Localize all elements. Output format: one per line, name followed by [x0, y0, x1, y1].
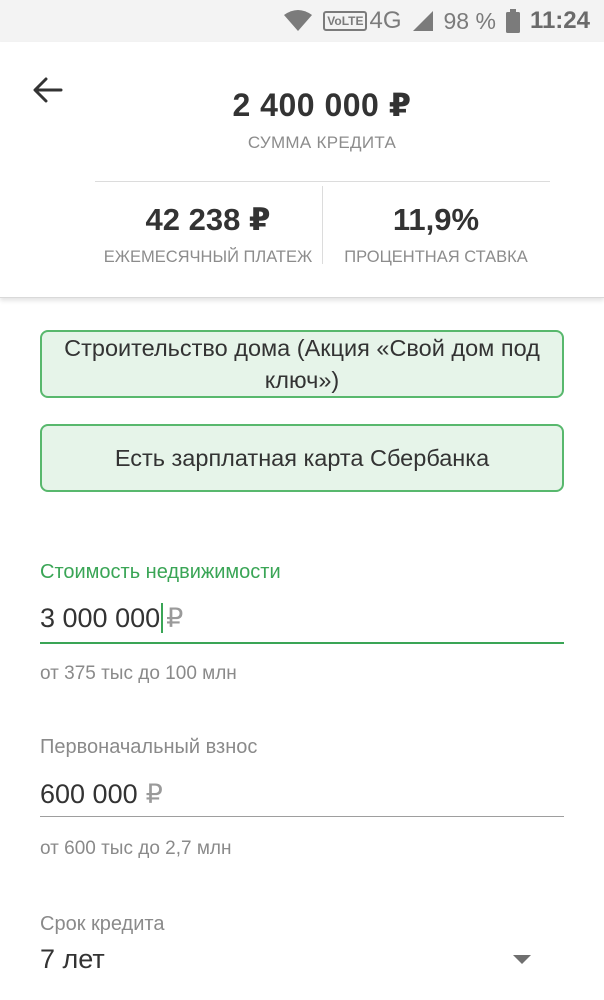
clock: 11:24 — [529, 7, 590, 34]
down-payment-underline — [40, 816, 564, 817]
down-payment-hint: от 600 тыс до 2,7 млн — [40, 838, 232, 859]
down-payment-label: Первоначальный взнос — [40, 736, 258, 758]
property-cost-input[interactable]: 3 000 000 ₽ — [40, 596, 564, 640]
down-payment-input[interactable]: 600 000 ₽ — [40, 772, 564, 816]
loan-term-select[interactable]: 7 лет — [40, 944, 105, 975]
property-cost-underline — [40, 642, 564, 644]
network-type: 4G — [369, 7, 402, 34]
option-chip-salary-card[interactable]: Есть зарплатная карта Сбербанка — [40, 424, 564, 492]
option-chip-house-construction[interactable]: Строительство дома (Акция «Свой дом под … — [40, 330, 564, 398]
interest-rate: 11,9% — [392, 202, 480, 237]
property-cost-hint: от 375 тыс до 100 млн — [40, 663, 237, 684]
property-cost-label: Стоимость недвижимости — [40, 561, 281, 583]
property-cost-value: 3 000 000 — [40, 602, 161, 633]
interest-rate-label: ПРОЦЕНТНАЯ СТАВКА — [344, 248, 528, 266]
network-indicator: VoLTE 4G — [323, 7, 402, 35]
monthly-payment: 42 238 ₽ — [145, 202, 271, 237]
dropdown-arrow-icon[interactable] — [513, 955, 531, 964]
wifi-icon — [283, 10, 313, 32]
down-payment-currency: ₽ — [145, 778, 163, 809]
volte-badge: VoLTE — [323, 11, 368, 31]
status-bar: VoLTE 4G 98 % 11:24 — [0, 0, 604, 42]
loan-amount-label: СУММА КРЕДИТА — [247, 133, 397, 152]
down-payment-value: 600 000 — [40, 778, 138, 809]
loan-summary-card: 2 400 000 ₽ СУММА КРЕДИТА 42 238 ₽ ЕЖЕМЕ… — [0, 42, 604, 298]
text-cursor — [161, 603, 164, 633]
battery-percent: 98 % — [443, 7, 496, 34]
monthly-payment-label: ЕЖЕМЕСЯЧНЫЙ ПЛАТЕЖ — [103, 248, 313, 266]
battery-icon — [505, 9, 520, 33]
summary-divider — [95, 181, 550, 182]
loan-term-label: Срок кредита — [40, 913, 165, 935]
property-cost-currency: ₽ — [166, 602, 184, 633]
signal-icon — [412, 10, 434, 32]
loan-amount: 2 400 000 ₽ — [232, 87, 412, 123]
